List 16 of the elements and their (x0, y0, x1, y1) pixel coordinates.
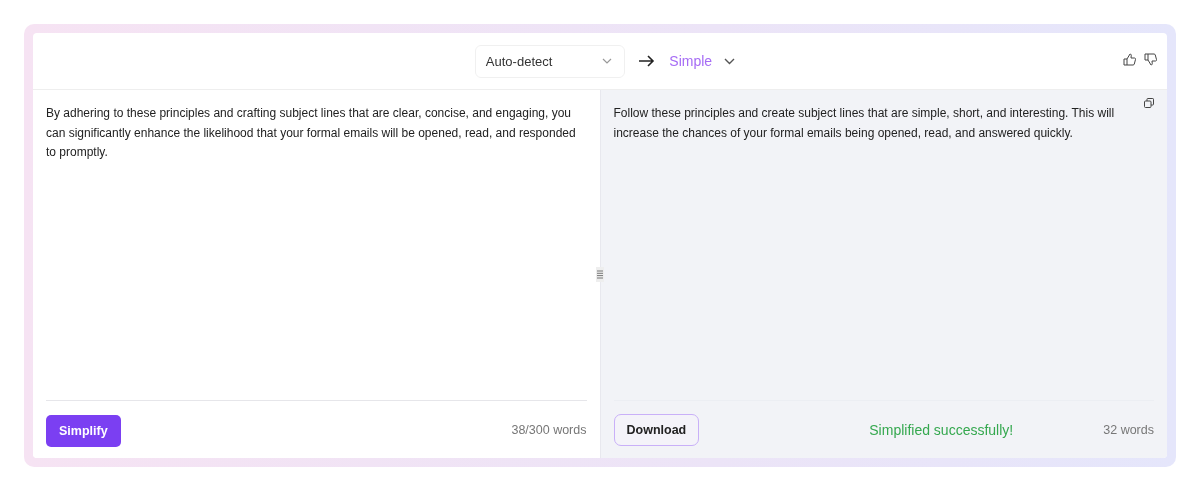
drag-handle-icon[interactable] (596, 266, 604, 282)
arrow-right-icon (639, 55, 656, 67)
status-message: Simplified successfully! (869, 421, 1014, 438)
download-button[interactable]: Download (613, 413, 700, 446)
chevron-down-icon (724, 57, 736, 65)
input-text[interactable]: By adhering to these principles and crafting subject lines that are clear, concise, and engaging, you can significantly enhance the likelihood that your formal emails will be opened, read, and responded to promptly. (46, 104, 587, 400)
thumbs-up-icon[interactable] (1123, 53, 1136, 66)
copy-icon[interactable] (1144, 98, 1154, 108)
source-language-dropdown[interactable]: Auto-detect (474, 44, 626, 78)
chevron-down-icon (602, 58, 613, 64)
thumbs-down-icon[interactable] (1144, 53, 1157, 66)
output-text: Follow these principles and create subject lines that are simple, short, and interesting. This will increase the chances of your formal emails being opened, read, and answered quickly. (613, 105, 1116, 142)
word-count: 32 words (1103, 422, 1154, 437)
mode-dropdown[interactable]: Simple (669, 53, 736, 69)
word-count: 38/300 words (511, 422, 587, 437)
simplify-button[interactable]: Simplify (46, 414, 121, 447)
